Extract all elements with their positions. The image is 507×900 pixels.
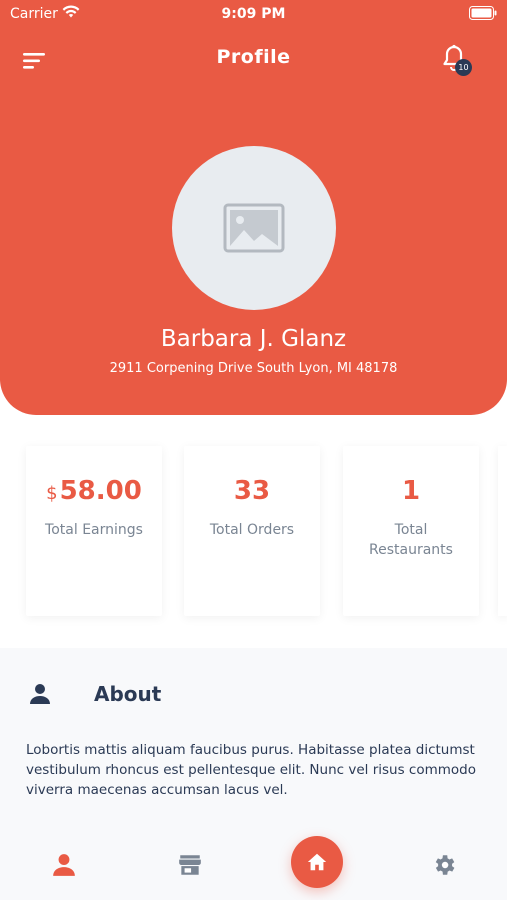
stat-value: 33 — [233, 476, 271, 506]
stat-label: Total Restaurants — [369, 522, 453, 558]
stat-label: Total Earnings — [45, 522, 143, 538]
stat-card-next[interactable] — [498, 446, 507, 616]
stat-value: 1 — [401, 476, 421, 506]
stat-card-orders[interactable]: 33 Total Orders — [184, 446, 320, 616]
about-title: About — [94, 682, 162, 706]
status-bar: Carrier 9:09 PM — [0, 0, 507, 30]
battery-icon — [469, 6, 497, 24]
home-icon — [307, 853, 327, 871]
nav-home[interactable] — [291, 836, 343, 888]
stat-label: Total Orders — [209, 522, 295, 538]
nav-settings[interactable] — [431, 852, 459, 880]
page-title: Profile — [216, 46, 291, 68]
stat-card-earnings[interactable]: $58.00 Total Earnings — [26, 446, 162, 616]
stat-value: $58.00 — [26, 476, 162, 506]
avatar[interactable] — [172, 146, 336, 310]
clock: 9:09 PM — [221, 6, 286, 22]
earnings-value: 58.00 — [59, 476, 142, 506]
profile-header: Carrier 9:09 PM Profile 10 Barbara J. Gl… — [0, 0, 507, 415]
currency-symbol: $ — [46, 483, 58, 504]
nav-store[interactable] — [177, 852, 205, 880]
stat-card-restaurants[interactable]: 1 Total Restaurants — [343, 446, 479, 616]
stats-row: $58.00 Total Earnings 33 Total Orders 1 … — [0, 430, 507, 630]
person-icon — [30, 684, 50, 704]
image-placeholder-icon — [223, 203, 285, 253]
profile-name: Barbara J. Glanz — [160, 326, 347, 352]
gear-icon — [435, 855, 455, 875]
person-icon — [53, 854, 75, 876]
notification-badge: 10 — [455, 59, 472, 76]
notifications-button[interactable]: 10 — [441, 44, 472, 76]
profile-address: 2911 Corpening Drive South Lyon, MI 4817… — [109, 361, 398, 376]
store-icon — [179, 855, 201, 875]
about-text: Lobortis mattis aliquam faucibus purus. … — [26, 742, 476, 798]
nav-profile[interactable] — [51, 852, 79, 880]
